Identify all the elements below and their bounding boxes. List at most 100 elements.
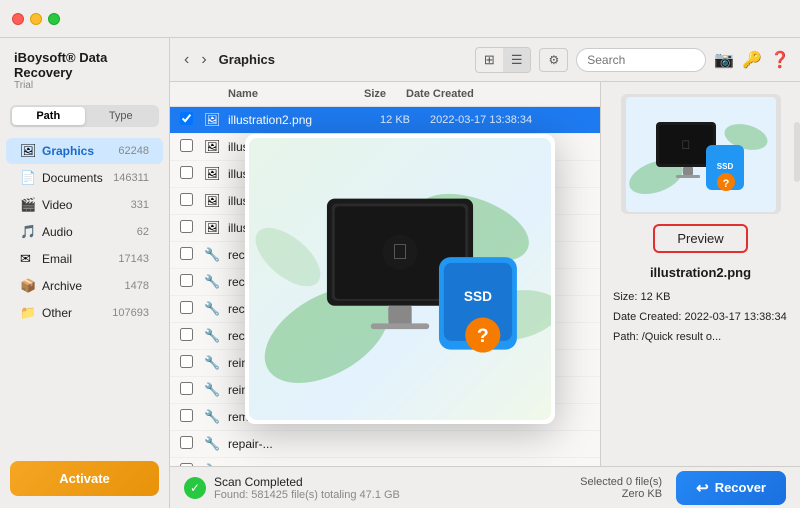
sidebar-count-email: 17143 <box>118 253 149 265</box>
back-button[interactable]: ‹ <box>180 49 193 71</box>
file-row-6[interactable]: 🔧 recove... <box>170 269 600 296</box>
preview-panel:  SSD ? Preview illustration2.png Size: … <box>600 82 800 466</box>
sidebar-item-other[interactable]: 📁 Other 107693 <box>6 300 163 326</box>
file-checkbox-4[interactable] <box>180 220 193 233</box>
tab-type[interactable]: Type <box>85 107 158 125</box>
file-row-9[interactable]: 🔧 reinsta... <box>170 350 600 377</box>
forward-button[interactable]: › <box>197 49 210 71</box>
search-input[interactable] <box>576 48 706 72</box>
recover-button[interactable]: ↩ Recover <box>676 471 786 505</box>
file-name-0: illustration2.png <box>228 113 350 127</box>
sidebar-count-graphics: 62248 <box>118 145 149 157</box>
sidebar-item-documents[interactable]: 📄 Documents 146311 <box>6 165 163 191</box>
app-name: iBoysoft® Data Recovery <box>14 50 155 80</box>
file-checkbox-7[interactable] <box>180 301 193 314</box>
file-checkbox-1[interactable] <box>180 139 193 152</box>
file-name-10: reinsta... <box>228 383 350 397</box>
sidebar-header: iBoysoft® Data Recovery Trial <box>0 38 169 99</box>
email-icon: ✉ <box>20 251 36 267</box>
file-checkbox-12[interactable] <box>180 436 193 449</box>
file-icon-8: 🔧 <box>204 328 228 344</box>
file-name-8: recove... <box>228 329 350 343</box>
file-checkbox-3[interactable] <box>180 193 193 206</box>
file-row-3[interactable]: 🖼 illustra... <box>170 188 600 215</box>
file-row-7[interactable]: 🔧 recove... <box>170 296 600 323</box>
status-bar: ✓ Scan Completed Found: 581425 file(s) t… <box>170 466 800 508</box>
sidebar-label-graphics: Graphics <box>42 144 118 158</box>
app-trial: Trial <box>14 80 155 91</box>
toolbar-title: Graphics <box>219 52 467 67</box>
file-icon-13: 🔧 <box>204 463 228 466</box>
file-row-0[interactable]: 🖼 illustration2.png 12 KB 2022-03-17 13:… <box>170 107 600 134</box>
sidebar-item-archive[interactable]: 📦 Archive 1478 <box>6 273 163 299</box>
file-checkbox-11[interactable] <box>180 409 193 422</box>
file-row-12[interactable]: 🔧 repair-... <box>170 431 600 458</box>
file-icon-5: 🔧 <box>204 247 228 263</box>
file-icon-10: 🔧 <box>204 382 228 398</box>
file-row-5[interactable]: 🔧 recove... <box>170 242 600 269</box>
status-selected-files: Selected 0 file(s) <box>580 476 662 488</box>
file-icon-7: 🔧 <box>204 301 228 317</box>
file-name-3: illustra... <box>228 194 350 208</box>
main-content: ‹ › Graphics ⊞ ☰ ⚙ 📷 🔑 ❓ Name <box>170 38 800 508</box>
file-name-1: illustra... <box>228 140 350 154</box>
preview-button[interactable]: Preview <box>653 224 747 253</box>
tab-path[interactable]: Path <box>12 107 85 125</box>
file-date-0: 2022-03-17 13:38:34 <box>430 114 590 126</box>
status-subtitle: Found: 581425 file(s) totaling 47.1 GB <box>214 489 400 501</box>
sidebar-label-other: Other <box>42 306 112 320</box>
file-name-9: reinsta... <box>228 356 350 370</box>
file-checkbox-9[interactable] <box>180 355 193 368</box>
preview-size-value: 12 KB <box>641 291 671 303</box>
file-checkbox-10[interactable] <box>180 382 193 395</box>
activate-button[interactable]: Activate <box>10 461 159 496</box>
sidebar-item-audio[interactable]: 🎵 Audio 62 <box>6 219 163 245</box>
file-icon-6: 🔧 <box>204 274 228 290</box>
info-button[interactable]: 🔑 <box>742 50 762 70</box>
help-button[interactable]: ❓ <box>770 50 790 70</box>
preview-thumbnail:  SSD ? <box>621 94 781 214</box>
file-checkbox-2[interactable] <box>180 166 193 179</box>
file-row-11[interactable]: 🔧 remov... <box>170 404 600 431</box>
status-text-block: Scan Completed Found: 581425 file(s) tot… <box>214 475 400 501</box>
svg-text::  <box>681 138 690 152</box>
grid-view-button[interactable]: ⊞ <box>476 48 503 72</box>
svg-text:?: ? <box>722 178 729 190</box>
sidebar-count-video: 331 <box>131 199 149 211</box>
file-size-0: 12 KB <box>350 114 430 126</box>
list-view-button[interactable]: ☰ <box>503 48 531 72</box>
close-button[interactable] <box>12 13 24 25</box>
filter-button[interactable]: ⚙ <box>539 48 568 72</box>
file-name-4: illustra... <box>228 221 350 235</box>
camera-button[interactable]: 📷 <box>714 50 734 70</box>
sidebar-item-video[interactable]: 🎬 Video 331 <box>6 192 163 218</box>
file-row-8[interactable]: 🔧 recove... <box>170 323 600 350</box>
file-name-11: remov... <box>228 410 350 424</box>
title-bar <box>0 0 800 38</box>
sidebar-item-email[interactable]: ✉ Email 17143 <box>6 246 163 272</box>
file-checkbox-6[interactable] <box>180 274 193 287</box>
file-area: Name Size Date Created 🖼 illustration2.p… <box>170 82 800 466</box>
file-row-2[interactable]: 🖼 illustra... <box>170 161 600 188</box>
maximize-button[interactable] <box>48 13 60 25</box>
file-row-1[interactable]: 🖼 illustra... <box>170 134 600 161</box>
preview-size-label: Size: <box>613 291 637 303</box>
svg-text:SSD: SSD <box>716 162 733 171</box>
sidebar-item-graphics[interactable]: 🖼 Graphics 62248 <box>6 138 163 164</box>
preview-date-value: 2022-03-17 13:38:34 <box>685 311 787 323</box>
file-row-4[interactable]: 🖼 illustra... <box>170 215 600 242</box>
preview-path-label: Path: <box>613 331 639 343</box>
col-size-header: Size <box>326 88 406 100</box>
minimize-button[interactable] <box>30 13 42 25</box>
video-icon: 🎬 <box>20 197 36 213</box>
sidebar-count-other: 107693 <box>112 307 149 319</box>
file-checkbox-13[interactable] <box>180 463 193 466</box>
file-row-10[interactable]: 🔧 reinsta... <box>170 377 600 404</box>
sidebar-count-audio: 62 <box>137 226 149 238</box>
file-checkbox-8[interactable] <box>180 328 193 341</box>
file-checkbox-5[interactable] <box>180 247 193 260</box>
file-row-13[interactable]: 🔧 repair-... <box>170 458 600 466</box>
preview-size-row: Size: 12 KB <box>613 288 788 308</box>
file-checkbox-0[interactable] <box>180 112 193 125</box>
file-icon-4: 🖼 <box>204 220 228 236</box>
